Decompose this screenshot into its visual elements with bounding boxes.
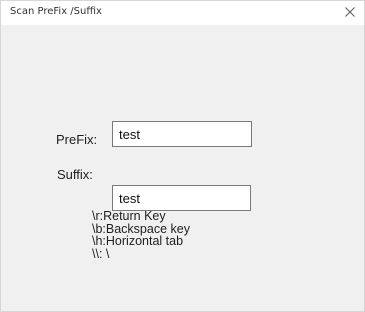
- escape-help-text: \r:Return Key \b:Backspace key \h:Horizo…: [92, 210, 190, 260]
- dialog-window: Scan PreFix /Suffix PreFix: Suffix: \r:R…: [0, 0, 365, 312]
- close-icon: [345, 7, 355, 17]
- window-title: Scan PreFix /Suffix: [10, 6, 102, 17]
- dialog-body: PreFix: Suffix:: [1, 25, 364, 311]
- prefix-label: PreFix:: [56, 132, 98, 147]
- suffix-label: Suffix:: [57, 167, 93, 182]
- prefix-input[interactable]: [112, 121, 252, 147]
- help-line-backslash: \\: \: [92, 246, 110, 261]
- close-button[interactable]: [336, 1, 364, 23]
- suffix-input[interactable]: [112, 185, 251, 211]
- title-bar[interactable]: Scan PreFix /Suffix: [1, 1, 364, 25]
- help-line-return: \r:Return Key: [92, 209, 166, 223]
- help-line-tab: \h:Horizontal tab: [92, 234, 184, 248]
